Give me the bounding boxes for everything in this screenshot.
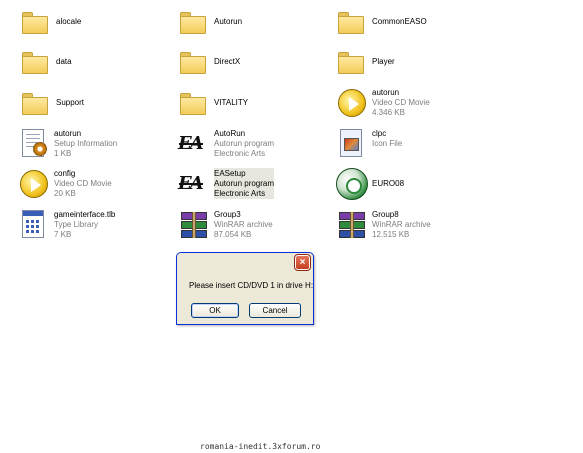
file-item-gameinterface[interactable]: gameinterface.tlb Type Library 7 KB [18, 209, 115, 241]
file-company: Electronic Arts [214, 189, 266, 198]
folder-icon [20, 6, 52, 38]
folder-icon [20, 46, 52, 78]
file-name: EURO08 [372, 179, 405, 188]
euro08-icon [336, 168, 368, 200]
file-type: Type Library [54, 220, 99, 229]
file-item-group3[interactable]: Group3 WinRAR archive 87.054 KB [178, 209, 273, 241]
file-item-alocale[interactable]: alocale [20, 6, 81, 38]
file-name: AutoRun [214, 129, 246, 138]
folder-icon [336, 6, 368, 38]
file-item-config[interactable]: config Video CD Movie 20 KB [18, 168, 112, 200]
folder-icon [178, 6, 210, 38]
dialog-titlebar[interactable]: × [177, 253, 313, 271]
folder-icon [178, 87, 210, 119]
file-name: Support [56, 98, 85, 107]
cancel-button[interactable]: Cancel [249, 303, 301, 318]
file-name: config [54, 169, 76, 178]
video-cd-icon [336, 87, 368, 119]
file-size: 20 KB [54, 189, 76, 198]
file-item-autorun-vcd[interactable]: autorun Video CD Movie 4.346 KB [336, 87, 430, 119]
file-name: autorun [372, 88, 400, 97]
file-type: Video CD Movie [54, 179, 112, 188]
file-size: 7 KB [54, 230, 72, 239]
file-name: autorun [54, 129, 82, 138]
ea-logo-icon: EA [178, 128, 210, 160]
file-name: EASetup [214, 169, 246, 178]
file-type: WinRAR archive [214, 220, 273, 229]
file-type: Icon File [372, 139, 403, 148]
folder-icon [20, 87, 52, 119]
file-item-autorun-inf[interactable]: autorun Setup Information 1 KB [18, 128, 117, 160]
watermark-text: romania-inedit.3xforum.ro [200, 442, 321, 451]
dialog-message: Please insert CD/DVD 1 in drive H: [189, 281, 314, 290]
file-item-autorun-folder[interactable]: Autorun [178, 6, 242, 38]
file-item-euro08[interactable]: EURO08 [336, 168, 404, 200]
file-name: CommonEASO [372, 17, 427, 26]
insert-disc-dialog: × Please insert CD/DVD 1 in drive H: OK … [176, 252, 314, 325]
file-item-player[interactable]: Player [336, 46, 395, 78]
ok-button[interactable]: OK [191, 303, 239, 318]
file-name: gameinterface.tlb [54, 210, 116, 219]
file-size: 4.346 KB [372, 108, 405, 117]
file-size: 1 KB [54, 149, 72, 158]
file-name: Autorun [214, 17, 243, 26]
video-cd-icon [18, 168, 50, 200]
file-item-directx[interactable]: DirectX [178, 46, 240, 78]
file-name: alocale [56, 17, 82, 26]
file-item-easetup[interactable]: EA EASetup Autorun program Electronic Ar… [178, 168, 275, 200]
file-company: Electronic Arts [214, 149, 266, 158]
file-size: 87.054 KB [214, 230, 252, 239]
file-item-data[interactable]: data [20, 46, 72, 78]
file-item-autorun-exe[interactable]: EA AutoRun Autorun program Electronic Ar… [178, 128, 274, 160]
file-type: WinRAR archive [372, 220, 431, 229]
file-type: Setup Information [54, 139, 118, 148]
file-item-support[interactable]: Support [20, 87, 84, 119]
file-name: DirectX [214, 57, 241, 66]
folder-icon [178, 46, 210, 78]
file-item-group8[interactable]: Group8 WinRAR archive 12.515 KB [336, 209, 431, 241]
type-library-icon [18, 209, 50, 241]
file-name: VITALITY [214, 98, 249, 107]
winrar-archive-icon [336, 209, 368, 241]
ea-logo-icon: EA [178, 168, 210, 200]
file-item-vitality[interactable]: VITALITY [178, 87, 248, 119]
file-type: Video CD Movie [372, 98, 430, 107]
winrar-archive-icon [178, 209, 210, 241]
file-name: Player [372, 57, 395, 66]
close-icon[interactable]: × [294, 254, 311, 271]
file-name: clpc [372, 129, 387, 138]
setup-info-icon [18, 128, 50, 160]
file-size: 12.515 KB [372, 230, 410, 239]
file-name: Group3 [214, 210, 241, 219]
file-item-clpc[interactable]: clpc Icon File [336, 128, 402, 160]
icon-file-icon [336, 128, 368, 160]
folder-icon [336, 46, 368, 78]
file-name: Group8 [372, 210, 399, 219]
file-type: Autorun program [214, 139, 275, 148]
file-type: Autorun program [214, 179, 275, 188]
file-name: data [56, 57, 72, 66]
file-item-commoneaso[interactable]: CommonEASO [336, 6, 427, 38]
